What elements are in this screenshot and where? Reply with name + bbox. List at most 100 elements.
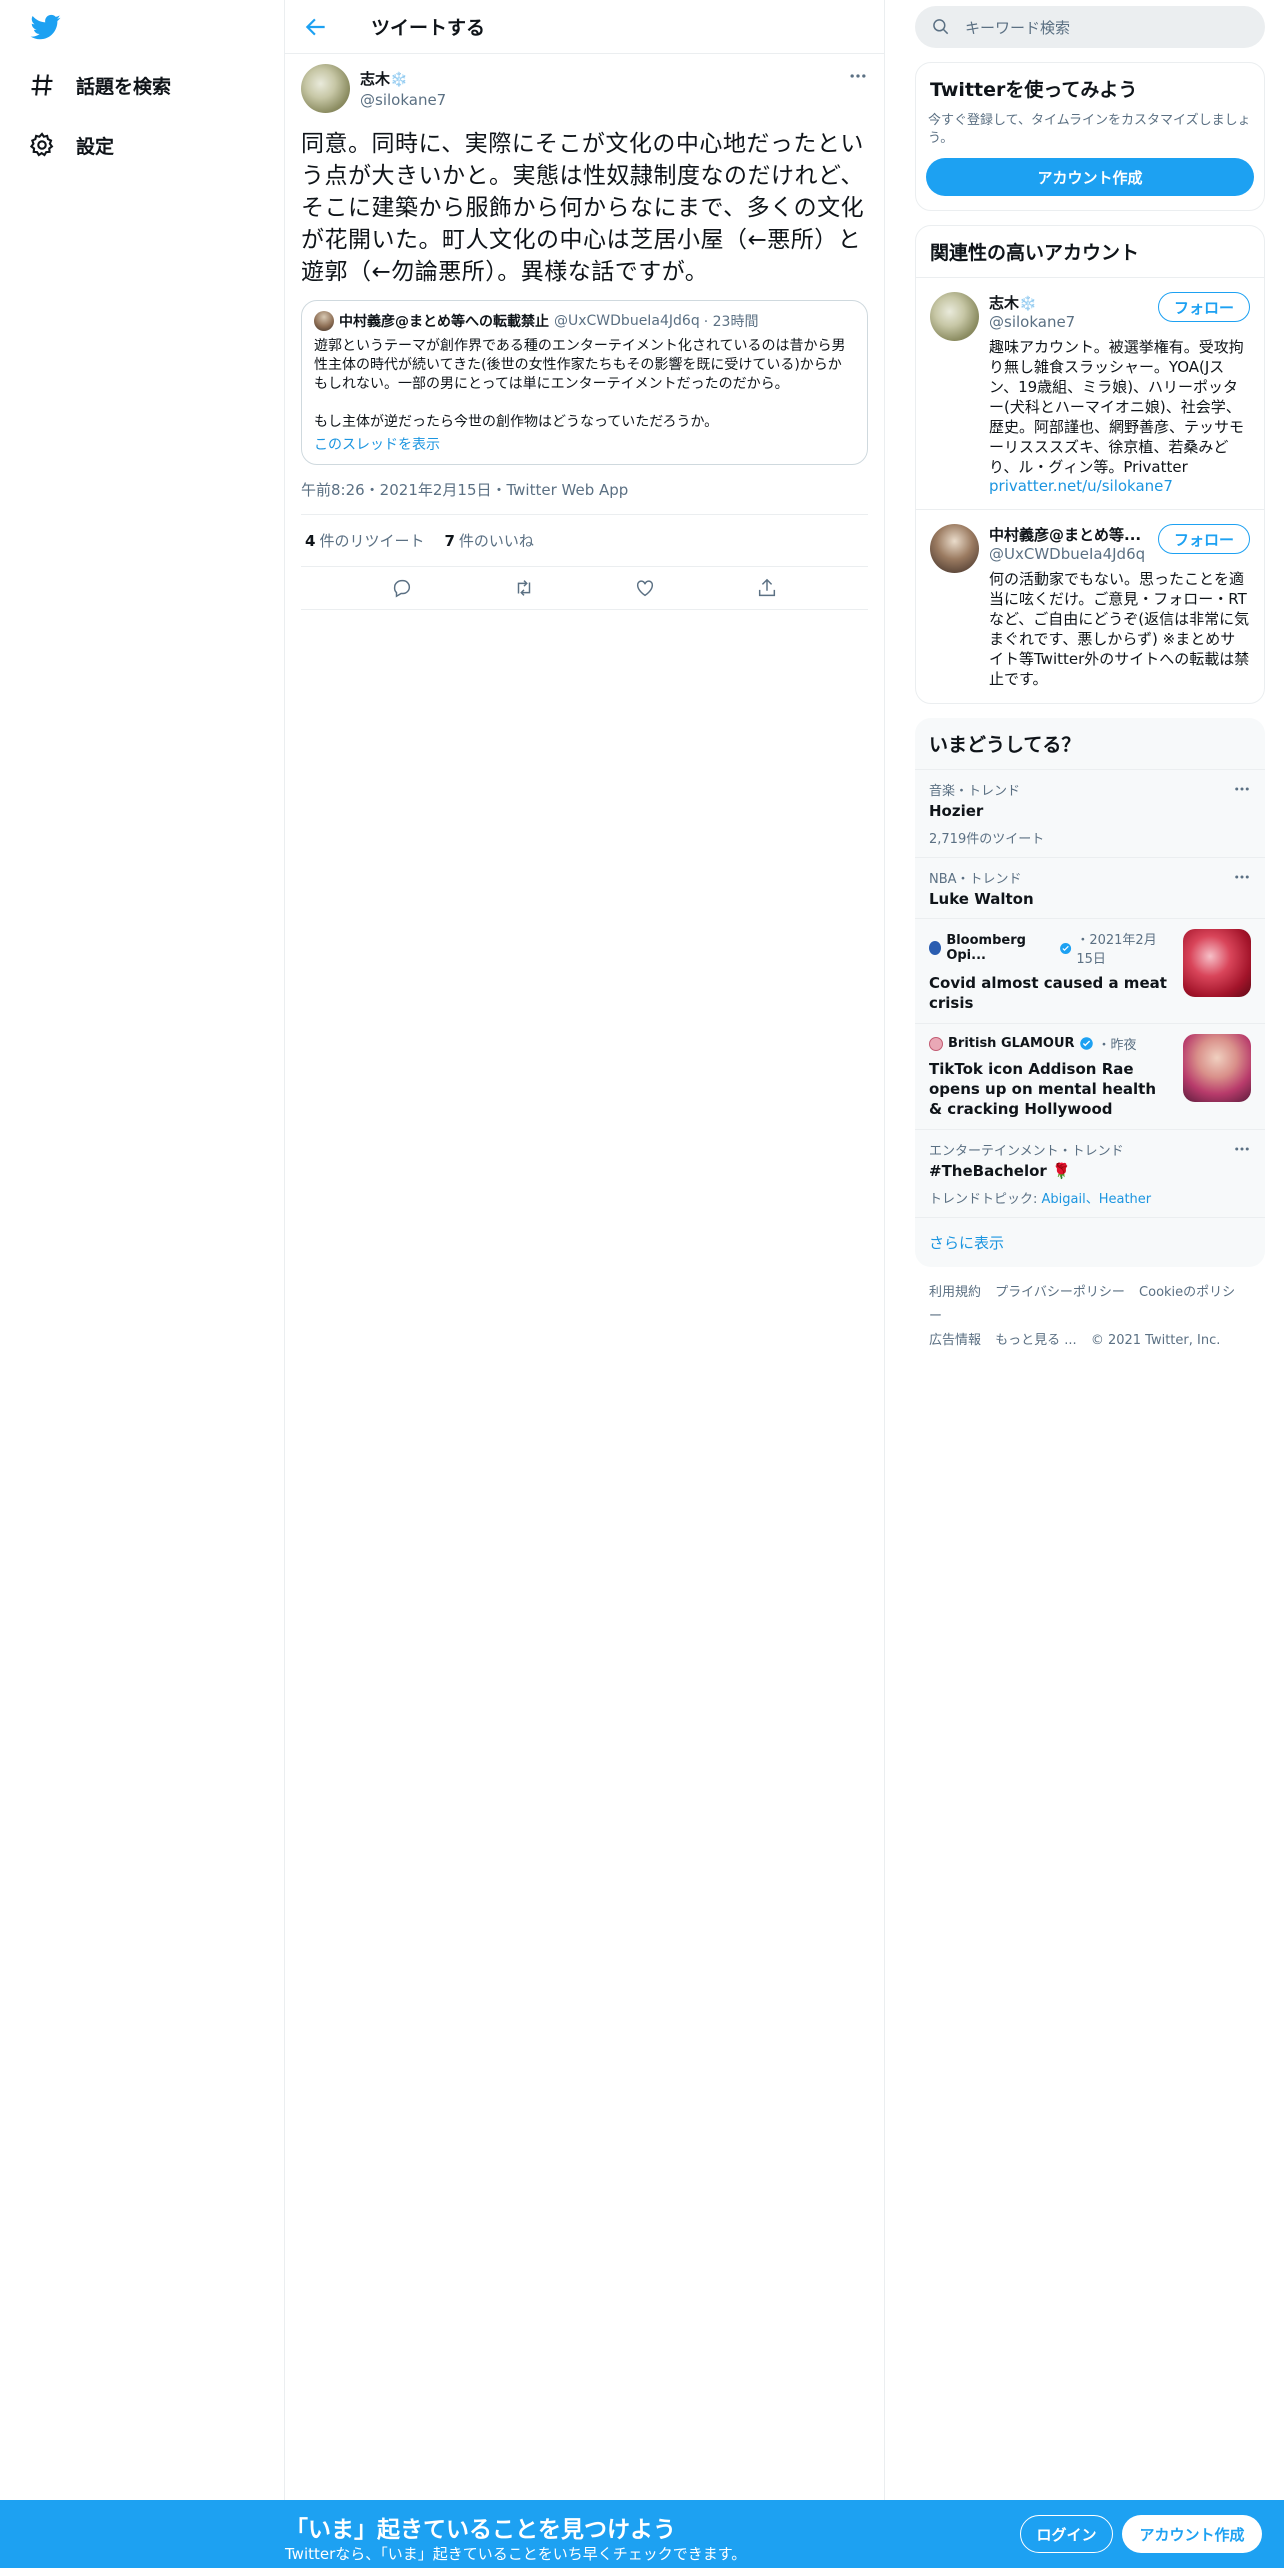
likes-count: 7: [444, 532, 455, 550]
reply-icon[interactable]: [391, 577, 413, 599]
signup-card-title: Twitterを使ってみよう: [930, 79, 1138, 101]
like-icon[interactable]: [634, 577, 656, 599]
follow-button[interactable]: フォロー: [1158, 524, 1250, 554]
related-accounts-card: 関連性の高いアカウント 志木❄️ @silokane7 趣味アカウント。被選挙権…: [915, 225, 1265, 704]
quoted-tweet-header: 中村義彦@まとめ等への転載禁止 @UxCWDbueIa4Jd6q · 23時間: [314, 311, 855, 331]
related-account-name-row: 志木❄️: [989, 292, 1149, 313]
trend-topics-links[interactable]: Abigail、Heather: [1042, 1192, 1152, 1207]
related-account-bio: 趣味アカウント。被選挙権有。受攻拘り無し雑食スラッシャー。YOA(Jスン、19歳…: [989, 338, 1245, 476]
trend-title: Luke Walton: [929, 890, 1034, 908]
tweet: 志木❄️ @silokane7 同意。同時に、実際にそこが文化の中心地だったとい…: [285, 54, 884, 610]
trends-title: いまどうしてる？: [929, 734, 1081, 756]
news-thumbnail: [1183, 929, 1251, 997]
follow-button[interactable]: フォロー: [1158, 292, 1250, 322]
tweet-text: 同意。同時に、実際にそこが文化の中心地だったという点が大きいかと。実態は性奴隷制…: [301, 131, 865, 285]
related-account-name: 志木: [989, 294, 1020, 312]
footer: 利用規約 プライバシーポリシー Cookieのポリシー 広告情報 もっと見る .…: [915, 1267, 1265, 1353]
show-more-link[interactable]: さらに表示: [915, 1217, 1265, 1267]
login-button[interactable]: ログイン: [1020, 2515, 1113, 2553]
likes-stat[interactable]: 7 件のいいね: [444, 530, 533, 551]
glamour-logo-icon: [929, 1036, 943, 1051]
right-sidebar: キーワード検索 Twitterを使ってみよう 今すぐ登録して、タイムラインをカス…: [915, 0, 1265, 1353]
retweets-count: 4: [305, 532, 316, 550]
news-item[interactable]: Bloomberg Opi... ・2021年2月15日 Covid almos…: [915, 918, 1265, 1023]
hashtag-icon: [31, 74, 53, 96]
tweet-timestamp[interactable]: 午前8:26・2021年2月15日・Twitter Web App: [301, 479, 868, 515]
page-header: ツイートする: [285, 0, 884, 54]
bottom-bar-subtitle: Twitterなら、「いま」起きていることをいち早くチェックできます。: [285, 2545, 747, 2563]
bottom-bar-title: 「いま」起きていることを見つけよう: [285, 2517, 676, 2543]
trend-title: #TheBachelor: [929, 1162, 1047, 1180]
likes-label: 件のいいね: [458, 532, 534, 550]
retweets-stat[interactable]: 4 件のリツイート: [305, 530, 424, 551]
rose-emoji: 🌹: [1052, 1162, 1071, 1180]
retweet-icon[interactable]: [513, 577, 535, 599]
show-thread-link[interactable]: このスレッドを表示: [314, 434, 855, 454]
more-options-icon[interactable]: [1233, 780, 1251, 798]
trend-topics-label: トレンドトピック:: [929, 1192, 1042, 1207]
trend-count: 2,719件のツイート: [929, 832, 1045, 847]
trend-context: エンターテインメント・トレンド: [929, 1144, 1124, 1159]
share-icon[interactable]: [756, 577, 778, 599]
nav-explore[interactable]: 話題を検索: [28, 63, 171, 107]
tweet-stats: 4 件のリツイート 7 件のいいね: [301, 515, 868, 567]
related-accounts-title: 関連性の高いアカウント: [916, 226, 1264, 278]
related-account[interactable]: 中村義彦@まとめ等... @UxCWDbueIa4Jd6q 何の活動家でもない。…: [916, 509, 1264, 703]
avatar[interactable]: [930, 292, 979, 341]
footer-link-more[interactable]: もっと見る ...: [995, 1333, 1077, 1348]
footer-link-privacy[interactable]: プライバシーポリシー: [995, 1285, 1125, 1300]
nav-settings-label: 設定: [76, 135, 115, 158]
more-options-icon[interactable]: [1233, 1140, 1251, 1158]
tweet-author: 志木❄️ @silokane7: [301, 64, 868, 116]
quoted-tweet[interactable]: 中村義彦@まとめ等への転載禁止 @UxCWDbueIa4Jd6q · 23時間 …: [301, 300, 868, 465]
news-item[interactable]: British GLAMOUR ・昨夜 TikTok icon Addison …: [915, 1023, 1265, 1129]
author-handle[interactable]: @silokane7: [360, 91, 446, 109]
author-name[interactable]: 志木: [360, 70, 390, 88]
related-account-url[interactable]: privatter.net/u/silokane7: [989, 477, 1250, 495]
footer-link-terms[interactable]: 利用規約: [929, 1285, 981, 1300]
footer-link-ads[interactable]: 広告情報: [929, 1333, 981, 1348]
gear-icon: [29, 132, 54, 157]
nav-settings[interactable]: 設定: [28, 123, 114, 167]
left-navigation: 話題を検索 設定: [0, 0, 285, 2500]
more-options-icon[interactable]: [848, 66, 868, 86]
search-input[interactable]: キーワード検索: [965, 17, 1070, 38]
nav-explore-label: 話題を検索: [76, 75, 172, 98]
twitter-bird-icon[interactable]: [28, 12, 64, 42]
avatar[interactable]: [301, 64, 350, 113]
signup-card-desc: 今すぐ登録して、タイムラインをカスタマイズしましょう。: [928, 113, 1251, 146]
verified-badge-icon: [1079, 1037, 1093, 1050]
news-source: British GLAMOUR ・昨夜: [929, 1034, 1173, 1053]
search-icon: [933, 19, 949, 35]
trend-context: NBA・トレンド: [929, 872, 1022, 887]
trend-context: 音楽・トレンド: [929, 784, 1021, 799]
page-title: ツイートする: [371, 17, 486, 39]
quoted-time: · 23時間: [703, 314, 759, 330]
news-thumbnail: [1183, 1034, 1251, 1102]
trend-item[interactable]: エンターテインメント・トレンド #TheBachelor 🌹 トレンドトピック:…: [915, 1129, 1265, 1217]
verified-badge-icon: [1060, 942, 1072, 954]
search-bar[interactable]: キーワード検索: [915, 6, 1265, 48]
more-options-icon[interactable]: [1233, 868, 1251, 886]
snowflake-emoji: ❄️: [1019, 296, 1037, 312]
avatar[interactable]: [930, 524, 979, 573]
news-source-name: Bloomberg Opi...: [946, 933, 1026, 963]
news-title: Covid almost caused a meat crisis: [929, 974, 1167, 1012]
signup-card: Twitterを使ってみよう 今すぐ登録して、タイムラインをカスタマイズしましょ…: [915, 62, 1265, 211]
quoted-author-name: 中村義彦@まとめ等への転載禁止: [339, 314, 549, 330]
quoted-avatar: [314, 311, 334, 331]
signup-button[interactable]: アカウント作成: [1122, 2515, 1262, 2553]
retweets-label: 件のリツイート: [319, 532, 425, 550]
snowflake-emoji: ❄️: [390, 72, 408, 88]
news-time: ・2021年2月15日: [1076, 933, 1157, 967]
author-name-row[interactable]: 志木❄️: [360, 68, 446, 89]
trend-item[interactable]: NBA・トレンド Luke Walton: [915, 857, 1265, 918]
arrow-left-icon[interactable]: [303, 14, 329, 40]
trend-item[interactable]: 音楽・トレンド Hozier 2,719件のツイート: [915, 769, 1265, 857]
related-account[interactable]: 志木❄️ @silokane7 趣味アカウント。被選挙権有。受攻拘り無し雑食スラ…: [916, 278, 1264, 509]
related-account-name: 中村義彦@まとめ等...: [989, 526, 1142, 544]
bloomberg-logo-icon: [929, 941, 942, 955]
create-account-button[interactable]: アカウント作成: [926, 158, 1254, 196]
trend-title: Hozier: [929, 802, 984, 820]
tweet-actions: [301, 567, 868, 610]
